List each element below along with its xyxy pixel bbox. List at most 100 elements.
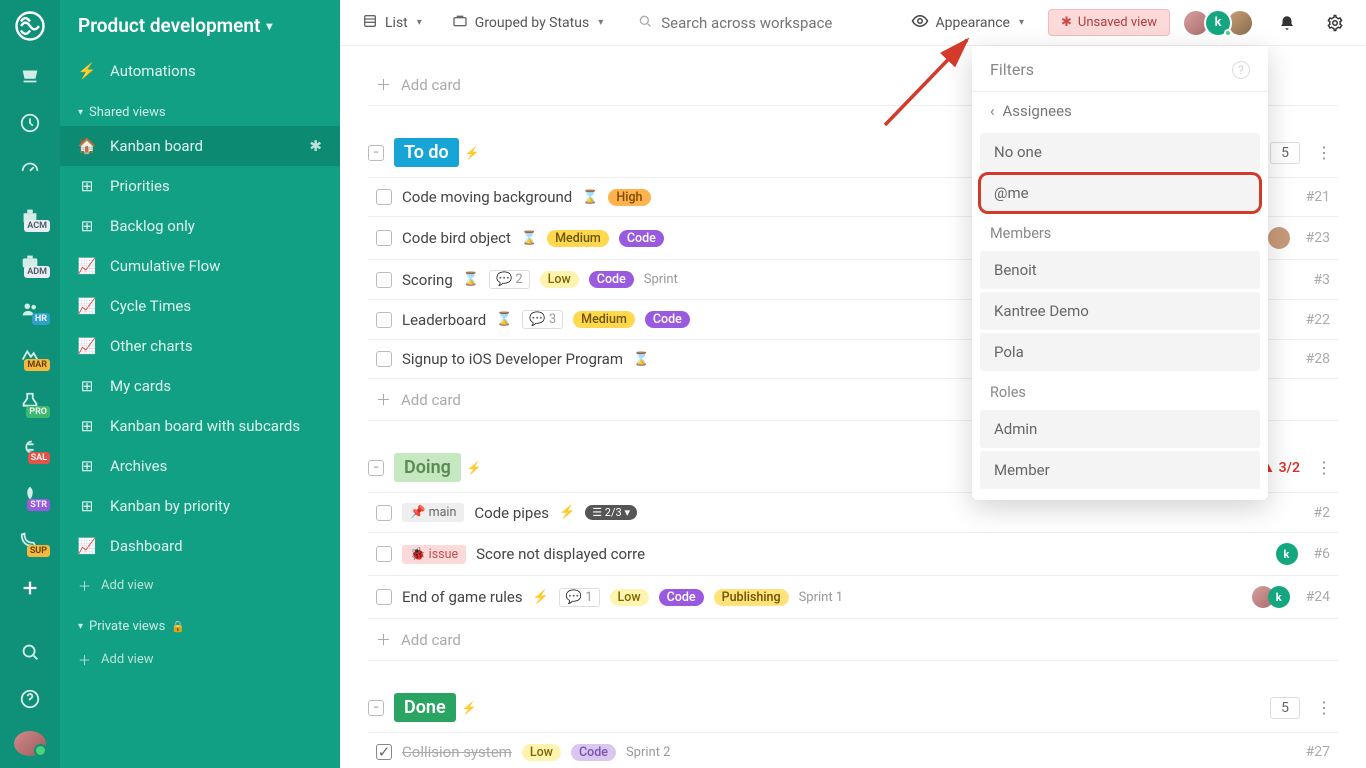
- rail-ws-sal[interactable]: SAL: [12, 434, 48, 462]
- app-logo[interactable]: [12, 8, 48, 44]
- view-icon: ⊞: [78, 217, 96, 235]
- rail-ws-acm[interactable]: ACM: [12, 201, 48, 229]
- group-menu-icon[interactable]: ⋮: [1310, 143, 1338, 162]
- rail-inbox-icon[interactable]: [12, 62, 48, 90]
- hourglass-icon: ⌛: [633, 352, 649, 367]
- sidebar-add-view-shared[interactable]: ＋Add view: [60, 566, 340, 605]
- label-pill: Code: [659, 589, 704, 606]
- card-row[interactable]: ✓Collision systemLowCodeSprint 2#27: [368, 732, 1338, 768]
- view-mode-dropdown[interactable]: List▾: [356, 7, 428, 39]
- sidebar-item-label: My cards: [110, 377, 171, 395]
- sidebar-item-label: Cycle Times: [110, 297, 191, 315]
- search-input[interactable]: [661, 14, 852, 32]
- assignee-avatar: [1268, 227, 1290, 249]
- rail-ws-str[interactable]: STR: [12, 480, 48, 508]
- sidebar-item-0[interactable]: 🏠Kanban board✱: [60, 126, 340, 166]
- label-pill: Low: [540, 271, 579, 288]
- card-checkbox[interactable]: [376, 351, 392, 367]
- folder-icon: [452, 13, 468, 33]
- rail-search-icon[interactable]: [12, 638, 48, 666]
- presence-avatars[interactable]: k: [1188, 9, 1254, 37]
- rail-ws-adm[interactable]: ADM: [12, 248, 48, 276]
- card-title: Collision system: [402, 743, 512, 761]
- filters-members-label: Members: [972, 215, 1268, 248]
- filters-header: Filters ?: [972, 46, 1268, 92]
- sidebar-automations[interactable]: ⚡ Automations: [60, 51, 340, 91]
- sprint-label: Sprint 1: [799, 590, 844, 605]
- settings-icon[interactable]: [1320, 8, 1350, 38]
- view-icon: 📈: [78, 297, 96, 315]
- card-id: #27: [1306, 744, 1330, 760]
- filter-member-2[interactable]: Pola: [980, 333, 1260, 371]
- sidebar-item-1[interactable]: ⊞Priorities: [60, 166, 340, 206]
- card-checkbox[interactable]: [376, 230, 392, 246]
- add-card[interactable]: ＋Add card: [368, 618, 1338, 661]
- label-pill: Publishing: [714, 589, 789, 606]
- group-menu-icon[interactable]: ⋮: [1310, 698, 1338, 717]
- filters-popover: Filters ? ‹ Assignees No one @me Members…: [972, 46, 1268, 500]
- rail-recent-icon[interactable]: [12, 108, 48, 136]
- filter-member-1[interactable]: Kantree Demo: [980, 292, 1260, 330]
- sidebar-item-label: Kanban by priority: [110, 497, 230, 515]
- sprint-label: Sprint 2: [626, 745, 671, 760]
- card-id: #24: [1306, 589, 1330, 605]
- filter-member-0[interactable]: Benoit: [980, 251, 1260, 289]
- hourglass-icon: ⌛: [582, 190, 598, 205]
- card-row[interactable]: 🐞 issueScore not displayed correk#6: [368, 532, 1338, 575]
- card-checkbox[interactable]: ✓: [376, 744, 392, 760]
- card-checkbox[interactable]: [376, 505, 392, 521]
- search-box[interactable]: [627, 7, 862, 39]
- sidebar-item-9[interactable]: ⊞Kanban by priority: [60, 486, 340, 526]
- appearance-dropdown[interactable]: Appearance▾: [905, 6, 1031, 40]
- sidebar-add-view-private[interactable]: ＋Add view: [60, 640, 340, 679]
- unsaved-view-badge[interactable]: ✱ Unsaved view: [1048, 9, 1170, 36]
- rail-ws-hr[interactable]: HR: [12, 294, 48, 322]
- group-title: Done: [394, 693, 456, 722]
- filter-role-1[interactable]: Member: [980, 451, 1260, 489]
- card-checkbox[interactable]: [376, 546, 392, 562]
- card-checkbox[interactable]: [376, 272, 392, 288]
- rail-ws-pro[interactable]: PRO: [12, 387, 48, 415]
- collapse-icon[interactable]: −: [368, 700, 384, 716]
- card-id: #6: [1314, 546, 1331, 562]
- group-menu-icon[interactable]: ⋮: [1310, 458, 1338, 477]
- rail-add-icon[interactable]: [12, 573, 48, 601]
- sidebar-item-6[interactable]: ⊞My cards: [60, 366, 340, 406]
- rail-current-user-avatar[interactable]: [14, 731, 46, 756]
- rail-ws-sup[interactable]: SUP: [12, 527, 48, 555]
- filter-role-0[interactable]: Admin: [980, 410, 1260, 448]
- collapse-icon[interactable]: −: [368, 145, 384, 161]
- rail-ws-mar[interactable]: MAR: [12, 341, 48, 369]
- bolt-icon: ⚡: [462, 701, 477, 715]
- group-by-dropdown[interactable]: Grouped by Status▾: [446, 7, 609, 39]
- sidebar-item-2[interactable]: ⊞Backlog only: [60, 206, 340, 246]
- help-icon[interactable]: ?: [1232, 61, 1250, 79]
- group-2: − Done ⚡ 5 ⋮✓Collision systemLowCodeSpri…: [368, 689, 1338, 768]
- project-title-dropdown[interactable]: Product development▾: [60, 0, 340, 51]
- label-pill: Medium: [573, 311, 635, 328]
- sidebar-item-8[interactable]: ⊞Archives: [60, 446, 340, 486]
- group-header: − Done ⚡ 5 ⋮: [368, 689, 1338, 732]
- rail-dashboard-icon[interactable]: [12, 155, 48, 183]
- card-checkbox[interactable]: [376, 189, 392, 205]
- sidebar-item-10[interactable]: 📈Dashboard: [60, 526, 340, 566]
- sidebar-item-4[interactable]: 📈 Cycle Times: [60, 286, 340, 326]
- subtask-badge: ☰ 2/3 ▾: [585, 505, 637, 520]
- sidebar-item-3[interactable]: 📈Cumulative Flow: [60, 246, 340, 286]
- sidebar-item-7[interactable]: ⊞Kanban board with subcards: [60, 406, 340, 446]
- filter-opt-me[interactable]: @me: [980, 174, 1260, 212]
- filter-opt-no-one[interactable]: No one: [980, 133, 1260, 171]
- gear-icon[interactable]: ✱: [309, 137, 322, 155]
- notifications-icon[interactable]: [1272, 8, 1302, 38]
- sidebar-section-shared[interactable]: ▾Shared views: [60, 91, 340, 126]
- comment-count: 💬 2: [489, 270, 530, 289]
- card-row[interactable]: End of game rules⚡💬 1LowCodePublishingSp…: [368, 575, 1338, 618]
- card-checkbox[interactable]: [376, 589, 392, 605]
- collapse-icon[interactable]: −: [368, 460, 384, 476]
- sidebar-item-label: Priorities: [110, 177, 170, 195]
- sidebar-item-5[interactable]: 📈Other charts: [60, 326, 340, 366]
- filters-back[interactable]: ‹ Assignees: [972, 92, 1268, 130]
- rail-help-icon[interactable]: [12, 684, 48, 712]
- sidebar-section-private[interactable]: ▾Private views 🔒: [60, 605, 340, 640]
- card-checkbox[interactable]: [376, 312, 392, 328]
